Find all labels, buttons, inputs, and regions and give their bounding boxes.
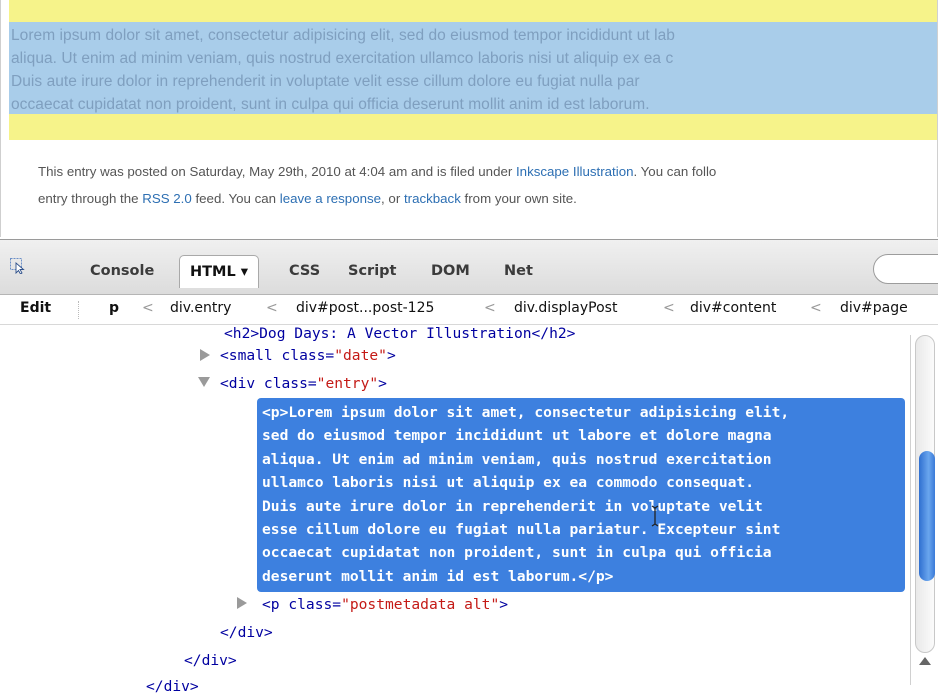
tree-scrollbar[interactable] <box>910 335 938 685</box>
tag-end: > <box>378 375 387 392</box>
category-link[interactable]: Inkscape Illustration <box>516 164 634 179</box>
meta-text-segment: feed. You can <box>191 191 280 206</box>
breadcrumb-separator: < <box>663 300 675 316</box>
expand-twisty-icon[interactable] <box>237 597 247 609</box>
scrollbar-track[interactable] <box>915 335 935 653</box>
lorem-line-4: occaecat cupidatat non proident, sunt in… <box>11 96 650 113</box>
tab-script[interactable]: Script <box>348 255 396 287</box>
trackback-link[interactable]: trackback <box>404 191 461 206</box>
selected-node-line: aliqua. Ut enim ad minim veniam, quis no… <box>262 450 772 468</box>
selected-node-line: Duis aute irure dolor in reprehenderit i… <box>262 497 763 515</box>
tab-css[interactable]: CSS <box>289 255 320 287</box>
selected-node-text: <p>Lorem ipsum dolor sit amet, consectet… <box>262 401 789 588</box>
tab-console[interactable]: Console <box>90 255 154 287</box>
inspect-cursor-icon[interactable] <box>10 258 26 274</box>
rss-link[interactable]: RSS 2.0 <box>142 191 192 206</box>
attr-value: "entry" <box>316 375 379 392</box>
tag-open: <small class= <box>220 347 335 364</box>
tab-dom[interactable]: DOM <box>431 255 470 287</box>
tab-net[interactable]: Net <box>504 255 533 287</box>
collapse-twisty-icon[interactable] <box>198 377 210 387</box>
lorem-line-3: Duis aute irure dolor in reprehenderit i… <box>11 73 640 90</box>
attr-value: "date" <box>334 347 387 364</box>
post-metadata: This entry was posted on Saturday, May 2… <box>38 158 938 212</box>
expand-twisty-icon[interactable] <box>200 349 210 361</box>
breadcrumb-separator: < <box>266 300 278 316</box>
tree-node-h2[interactable]: <h2>Dog Days: A Vector Illustration</h2> <box>224 325 575 343</box>
meta-text-segment: entry through the <box>38 191 143 206</box>
selected-node-line: <p>Lorem ipsum dolor sit amet, consectet… <box>262 404 790 421</box>
selected-node-line: sed do eiusmod tempor incididunt ut labo… <box>262 427 772 445</box>
toolbar-divider <box>78 301 80 319</box>
tree-node-close-div[interactable]: </div> <box>146 678 199 696</box>
tag-open: <p class= <box>262 596 342 613</box>
breadcrumb-item-div-displaypost[interactable]: div.displayPost <box>514 300 617 316</box>
text-cursor-icon <box>651 505 659 527</box>
tag-end: > <box>386 347 396 364</box>
meta-text-segment: from your own site. <box>460 191 577 206</box>
search-input[interactable] <box>873 254 938 284</box>
post-metadata-line-1: This entry was posted on Saturday, May 2… <box>38 158 938 185</box>
breadcrumb-separator: < <box>810 300 822 316</box>
post-metadata-line-2: entry through the RSS 2.0 feed. You can … <box>38 185 938 212</box>
tree-node-small-date[interactable]: <small class="date"> <box>220 347 396 365</box>
tree-node-p-postmetadata[interactable]: <p class="postmetadata alt"> <box>262 596 508 614</box>
web-page-viewport: Lorem ipsum dolor sit amet, consectetur … <box>0 0 938 237</box>
leave-response-link[interactable]: leave a response <box>280 191 381 206</box>
meta-text-segment: This entry was posted on Saturday, May 2… <box>38 164 516 179</box>
tag-end: > <box>499 596 509 613</box>
breadcrumb-item-div-entry[interactable]: div.entry <box>170 300 231 316</box>
breadcrumb-item-p[interactable]: p <box>109 300 119 316</box>
selected-node-line: ullamco laboris nisi ut aliquip ex ea co… <box>262 474 755 492</box>
breadcrumb-item-div-page[interactable]: div#page <box>840 300 908 316</box>
tree-node-div-entry[interactable]: <div class="entry"> <box>220 375 387 393</box>
inspected-element-highlight <box>9 0 938 140</box>
lorem-line-2: aliqua. Ut enim ad minim veniam, quis no… <box>11 50 674 67</box>
scrollbar-thumb[interactable] <box>919 451 935 581</box>
breadcrumb-item-div-post[interactable]: div#post...post-125 <box>296 300 434 316</box>
attr-value: "postmetadata alt" <box>341 596 500 613</box>
tree-node-close-div[interactable]: </div> <box>184 652 237 670</box>
tab-html-label: HTML <box>190 264 236 280</box>
breadcrumb-separator: < <box>142 300 154 316</box>
tag-open: <div class= <box>220 375 317 392</box>
chevron-down-icon: ▾ <box>240 264 249 280</box>
selected-node-line: occaecat cupidatat non proident, sunt in… <box>262 544 772 562</box>
meta-text-segment: , or <box>381 191 404 206</box>
meta-text-segment: . You can follo <box>633 164 717 179</box>
selected-node-line: deserunt mollit anim id est laborum.</p> <box>262 567 614 585</box>
breadcrumb-item-div-content[interactable]: div#content <box>690 300 776 316</box>
lorem-line-1: Lorem ipsum dolor sit amet, consectetur … <box>11 27 675 44</box>
selected-node-line: esse cillum dolore eu fugiat nulla paria… <box>262 521 781 539</box>
scroll-up-arrow-icon[interactable] <box>919 657 931 665</box>
breadcrumb: Edit p < div.entry < div#post...post-125… <box>0 295 938 325</box>
breadcrumb-separator: < <box>484 300 496 316</box>
tab-html[interactable]: HTML ▾ <box>179 255 260 288</box>
tree-node-close-div[interactable]: </div> <box>220 624 273 642</box>
edit-button[interactable]: Edit <box>20 300 51 316</box>
